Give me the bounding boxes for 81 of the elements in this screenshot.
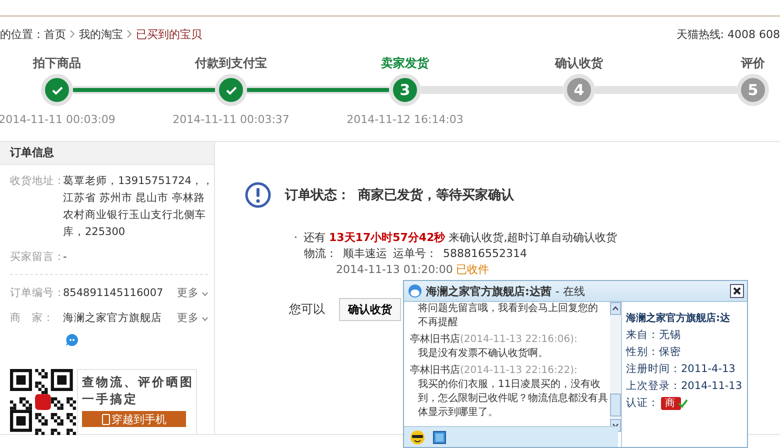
profile-label: 性别：: [626, 346, 659, 358]
step-label: 确认收货: [555, 55, 603, 72]
profile-value: 2014-11-13: [681, 380, 742, 392]
profile-name: 海澜之家官方旗舰店:达: [626, 311, 731, 326]
step-label: 评价: [741, 55, 765, 72]
countdown-text: 还有 13天17小时57分42秒 来确认收货,超时订单自动确认收货: [304, 230, 618, 246]
logistics-label: 物流：: [304, 246, 337, 262]
waybill-label: 运单号：: [393, 246, 437, 262]
chevron-icon: [127, 30, 132, 38]
field-label: 收货地址：: [10, 174, 63, 189]
more-link[interactable]: 更多: [177, 285, 208, 302]
status-text: 商家已发货，等待买家确认: [358, 186, 514, 204]
profile-value: 保密: [659, 346, 681, 358]
step-marker: 4: [563, 74, 595, 106]
confirm-button[interactable]: 确认收货: [339, 298, 401, 321]
mobile-button[interactable]: 穿越到手机: [82, 411, 186, 427]
breadcrumb-link[interactable]: 首页: [44, 26, 66, 42]
message-text: 我买的你们衣服，11日凌晨买的，没有收到，怎么限制已收件呢？物流信息都没有具体显示到哪里了。: [417, 378, 609, 420]
panel-title: 订单信息: [0, 142, 214, 165]
chat-icon[interactable]: [65, 333, 79, 347]
promo-text: 一手搞定: [82, 391, 139, 408]
profile-label: 注册时间：: [626, 363, 681, 375]
caret-icon: [202, 292, 208, 296]
check-icon: [52, 86, 62, 94]
emoji-icon[interactable]: [410, 430, 425, 444]
profile-label: 认证：: [626, 396, 659, 411]
profile-label: 来自：: [626, 329, 659, 341]
profile-value: 无锡: [659, 329, 681, 341]
chevron-icon: [70, 30, 75, 38]
step-label: 卖家发货: [381, 55, 429, 72]
presence-text: - 在线: [555, 284, 585, 298]
tracking-status: 已收件: [456, 262, 489, 278]
breadcrumb-label: 的位置：: [0, 26, 44, 42]
step-marker: 3: [389, 74, 421, 106]
message-time: (2014-11-13 22:16:22):: [460, 365, 578, 376]
step-time: 2014-11-11 00:03:37: [172, 113, 290, 128]
step-marker: 5: [737, 74, 769, 106]
field-label: 商 家：: [10, 311, 55, 326]
avatar-icon: [408, 284, 422, 298]
breadcrumb-link[interactable]: 我的淘宝: [79, 26, 123, 42]
bullet: ·: [294, 230, 298, 246]
address-line: 库，225300: [63, 225, 126, 240]
tracking-time: 2014-11-13 01:20:00: [336, 262, 453, 278]
promo-text: 查物流、评价晒图: [82, 374, 190, 391]
alert-icon: [245, 182, 271, 208]
sender-name: 亭林旧书店: [410, 334, 460, 345]
sender-name: 亭林旧书店: [410, 365, 460, 376]
address-line: 葛覃老师，13915751724，，: [63, 174, 214, 189]
hotline-text: 天猫热线: 4008 608: [676, 26, 780, 42]
message-text: 将问题先留言哦，我看到会马上回复您的: [417, 302, 599, 316]
caret-icon: [202, 316, 208, 320]
field-value: 海澜之家官方旗舰店: [63, 311, 163, 326]
profile-value: 2011-4-13: [681, 363, 736, 375]
field-value: -: [63, 250, 68, 265]
address-line: 江苏省 苏州市 昆山市 亭林路: [63, 191, 206, 206]
certification-badge: 商: [661, 397, 681, 410]
address-line: 农村商业银行玉山支行北侧车: [63, 208, 207, 223]
check-icon: [226, 86, 236, 94]
window-icon[interactable]: [433, 430, 446, 444]
message-text: 不再提醒: [417, 316, 459, 330]
field-label: 订单编号：: [10, 286, 63, 301]
phone-icon: [102, 414, 110, 424]
waybill-number: 588816552314: [443, 246, 527, 262]
more-link[interactable]: 更多: [177, 310, 208, 327]
step-label: 付款到支付宝: [195, 55, 267, 72]
qr-code-drawing: [10, 369, 76, 435]
message-time: (2014-11-13 22:16:06):: [460, 334, 578, 345]
close-button[interactable]: [730, 284, 744, 298]
status-label: 订单状态：: [285, 187, 350, 204]
action-label: 您可以: [289, 301, 325, 318]
carrier-text: 顺丰速运: [343, 246, 387, 262]
message-text: 我是没有发票不确认收货啊。: [417, 347, 549, 361]
breadcrumb-link[interactable]: 已买到的宝贝: [136, 26, 202, 42]
field-value: 854891145116007: [63, 286, 164, 301]
step-time: 2014-11-12 16:14:03: [346, 113, 464, 128]
field-label: 买家留言：: [10, 250, 63, 265]
scrollbar[interactable]: [610, 302, 621, 432]
profile-label: 上次登录：: [626, 380, 681, 392]
chat-title: 海澜之家官方旗舰店:达茜: [426, 284, 552, 298]
check-icon: [678, 399, 688, 408]
step-label: 拍下商品: [33, 55, 81, 72]
